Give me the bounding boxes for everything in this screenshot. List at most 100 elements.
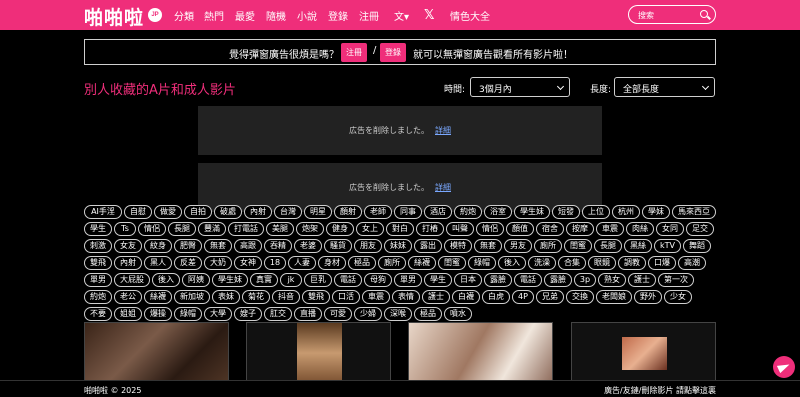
search-icon[interactable] [700,10,708,18]
tag-chip[interactable]: 宿舍 [536,222,564,236]
ad-details-link[interactable]: 詳細 [435,183,451,192]
tag-chip[interactable]: 妹妹 [384,239,412,253]
nav-item-categories[interactable]: 分類 [174,8,194,23]
site-logo[interactable]: 啪啪啦 [84,3,144,30]
tag-chip[interactable]: 人妻 [288,256,316,270]
tag-chip[interactable]: 絲襪 [408,256,436,270]
tag-chip[interactable]: 口爆 [648,256,676,270]
tag-chip[interactable]: 護士 [628,273,656,287]
tag-chip[interactable]: 大學 [204,307,232,321]
tag-chip[interactable]: kTV [654,239,681,253]
tag-chip[interactable]: 可愛 [324,307,352,321]
tag-chip[interactable]: 按摩 [566,222,594,236]
tag-chip[interactable]: 黑人 [144,256,172,270]
tag-chip[interactable]: 明星 [304,205,332,219]
tag-chip[interactable]: 健身 [326,222,354,236]
tag-chip[interactable]: 絲襪 [144,290,172,304]
tag-chip[interactable]: 野外 [634,290,662,304]
tag-chip[interactable]: 極品 [348,256,376,270]
tag-chip[interactable]: 炮架 [296,222,324,236]
tag-chip[interactable]: 內射 [114,256,142,270]
tag-chip[interactable]: 女友 [114,239,142,253]
tag-chip[interactable]: 爆操 [144,307,172,321]
tag-chip[interactable]: 調教 [618,256,646,270]
nav-item-login[interactable]: 登錄 [328,8,348,23]
tag-chip[interactable]: 少婦 [354,307,382,321]
video-thumbnail[interactable] [84,322,229,382]
tag-chip[interactable]: 無套 [204,239,232,253]
tag-chip[interactable]: 肥臀 [174,239,202,253]
tag-chip[interactable]: 兄弟 [536,290,564,304]
tag-chip[interactable]: 舞蹈 [683,239,711,253]
tag-chip[interactable]: 露臉 [484,273,512,287]
tag-chip[interactable]: 自慰 [124,205,152,219]
video-thumbnail[interactable] [571,322,716,382]
tag-chip[interactable]: 少女 [664,290,692,304]
tag-chip[interactable]: 電話 [514,273,542,287]
tag-chip[interactable]: 男友 [504,239,532,253]
tag-chip[interactable]: 巨乳 [304,273,332,287]
tag-chip[interactable]: 短發 [552,205,580,219]
login-button[interactable]: 登錄 [380,43,406,62]
tag-chip[interactable]: 後入 [498,256,526,270]
tag-chip[interactable]: 白虎 [482,290,510,304]
tag-chip[interactable]: 吞精 [264,239,292,253]
tag-chip[interactable]: 交換 [566,290,594,304]
tag-chip[interactable]: 4P [512,290,534,304]
tag-chip[interactable]: 情侶 [138,222,166,236]
register-button[interactable]: 注冊 [341,43,367,62]
tag-chip[interactable]: 雙飛 [84,256,112,270]
tag-chip[interactable]: 上位 [582,205,610,219]
footer-contact-link[interactable]: 廣告/友鏈/刪除影片 請點擊這裏 [604,385,716,396]
tag-chip[interactable]: 肉絲 [626,222,654,236]
tag-chip[interactable]: 姐姐 [114,307,142,321]
tag-chip[interactable]: Ts [114,222,136,236]
tag-chip[interactable]: 女上 [356,222,384,236]
tag-chip[interactable]: 打電話 [228,222,264,236]
tag-chip[interactable]: 老公 [114,290,142,304]
tag-chip[interactable]: 老師 [364,205,392,219]
tag-chip[interactable]: 單男 [84,273,112,287]
x-twitter-icon[interactable]: 𝕏 [424,7,434,23]
video-thumbnail[interactable] [408,322,553,382]
tag-chip[interactable]: 無套 [474,239,502,253]
tag-chip[interactable]: 嫂子 [234,307,262,321]
tag-chip[interactable]: 足交 [686,222,714,236]
tag-chip[interactable]: 老婆 [294,239,322,253]
tag-chip[interactable]: 新加坡 [174,290,210,304]
tag-chip[interactable]: 母狗 [364,273,392,287]
tag-chip[interactable]: 顏射 [334,205,362,219]
tag-chip[interactable]: 反差 [174,256,202,270]
tag-chip[interactable]: 真實 [250,273,278,287]
tag-chip[interactable]: 抖音 [272,290,300,304]
tag-chip[interactable]: 車震 [596,222,624,236]
tag-chip[interactable]: 自拍 [184,205,212,219]
tag-chip[interactable]: 閨蜜 [438,256,466,270]
translate-icon[interactable]: 文▾ [394,8,409,23]
tag-chip[interactable]: 酒店 [424,205,452,219]
tag-chip[interactable]: 單男 [394,273,422,287]
tag-chip[interactable]: 合集 [558,256,586,270]
tag-chip[interactable]: 學生 [84,222,112,236]
tag-chip[interactable]: 菊花 [242,290,270,304]
nav-item-register[interactable]: 注冊 [359,8,379,23]
tag-chip[interactable]: 身材 [318,256,346,270]
tag-chip[interactable]: 阿姨 [182,273,210,287]
tag-chip[interactable]: 眼鏡 [588,256,616,270]
tag-chip[interactable]: 浴室 [484,205,512,219]
tag-chip[interactable]: 噴水 [444,307,472,321]
tag-chip[interactable]: jk [280,273,302,287]
tag-chip[interactable]: 不要 [84,307,112,321]
tag-chip[interactable]: 雙飛 [302,290,330,304]
tag-chip[interactable]: 高潮 [678,256,706,270]
tag-chip[interactable]: 學生 [424,273,452,287]
tag-chip[interactable]: 女神 [234,256,262,270]
tag-chip[interactable]: 杭州 [612,205,640,219]
tag-chip[interactable]: 老闆娘 [596,290,632,304]
nav-item-popular[interactable]: 熱門 [204,8,224,23]
video-thumbnail[interactable] [246,322,391,382]
tag-chip[interactable]: 車震 [362,290,390,304]
tag-chip[interactable]: 紋身 [144,239,172,253]
tag-chip[interactable]: 口活 [332,290,360,304]
tag-chip[interactable]: 打樁 [416,222,444,236]
